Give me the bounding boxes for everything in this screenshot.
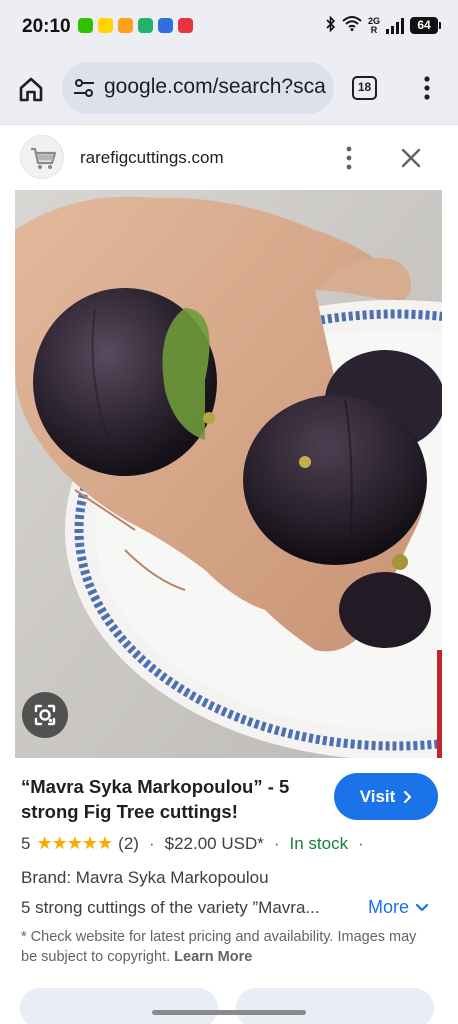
chevron-down-icon — [415, 903, 429, 912]
visit-label: Visit — [359, 786, 396, 806]
battery-icon: 64 — [410, 17, 441, 34]
review-count[interactable]: (2) — [118, 834, 139, 854]
pricing-disclaimer: * Check website for latest pricing and a… — [21, 927, 431, 967]
more-button[interactable]: More — [368, 897, 429, 918]
more-vert-icon[interactable] — [340, 145, 358, 171]
tune-icon[interactable] — [73, 77, 95, 99]
status-bar: 20:10 2G R 64 — [0, 0, 458, 52]
rating-stars: ★★★★★ — [36, 833, 113, 853]
tabs-icon[interactable]: 18 — [352, 76, 377, 100]
notification-icons — [78, 18, 193, 33]
app-notification-icon — [118, 18, 133, 33]
product-image[interactable] — [15, 190, 442, 758]
more-label: More — [368, 897, 410, 917]
browser-toolbar: google.com/search?sca 18 — [0, 52, 458, 124]
system-status: 2G R 64 — [326, 15, 441, 36]
product-title[interactable]: “Mavra Syka Markopoulou” - 5 strong Fig … — [21, 774, 321, 824]
wifi-icon — [342, 15, 362, 36]
separator-dot: · — [273, 833, 280, 853]
signal-icon — [386, 17, 404, 34]
learn-more-link[interactable]: Learn More — [174, 949, 252, 965]
product-description: 5 strong cuttings of the variety ”Mavra.… — [21, 898, 320, 917]
gesture-home-indicator[interactable] — [152, 1010, 306, 1015]
rating-value: 5 — [21, 833, 31, 853]
home-icon — [19, 77, 43, 102]
separator-dot: · — [358, 833, 364, 853]
price: $22.00 USD* — [164, 833, 264, 853]
download-notification-icon — [138, 18, 153, 33]
google-lens-icon — [34, 704, 56, 726]
chevron-right-icon — [404, 790, 412, 803]
bluetooth-icon — [326, 15, 336, 36]
wechat-notification-icon — [78, 18, 93, 33]
google-lens-button[interactable] — [22, 692, 68, 738]
site-header: rarefigcuttings.com — [0, 124, 458, 190]
url-text[interactable]: google.com/search?sca — [104, 75, 326, 99]
rating-row: 5 ★★★★★ (2) · $22.00 USD* · In stock · — [21, 833, 374, 854]
site-domain[interactable]: rarefigcuttings.com — [80, 148, 224, 168]
brand-line: Brand: Mavra Syka Markopoulou — [21, 868, 269, 887]
visit-button[interactable]: Visit — [334, 773, 438, 820]
app-notification-icon — [158, 18, 173, 33]
availability-status: In stock — [289, 833, 349, 853]
cart-favicon-icon — [20, 135, 64, 179]
address-bar[interactable]: google.com/search?sca — [62, 62, 334, 114]
roaming-label: R — [370, 24, 378, 35]
close-icon[interactable] — [398, 145, 424, 171]
app-notification-icon — [178, 18, 193, 33]
more-vert-icon[interactable] — [418, 74, 436, 102]
action-chip[interactable] — [20, 988, 218, 1024]
app-notification-icon — [98, 18, 113, 33]
status-time: 20:10 — [22, 16, 71, 37]
action-chip[interactable] — [236, 988, 434, 1024]
home-button[interactable] — [16, 74, 46, 104]
separator-dot: · — [148, 833, 155, 853]
network-type: 2G R — [368, 16, 380, 35]
